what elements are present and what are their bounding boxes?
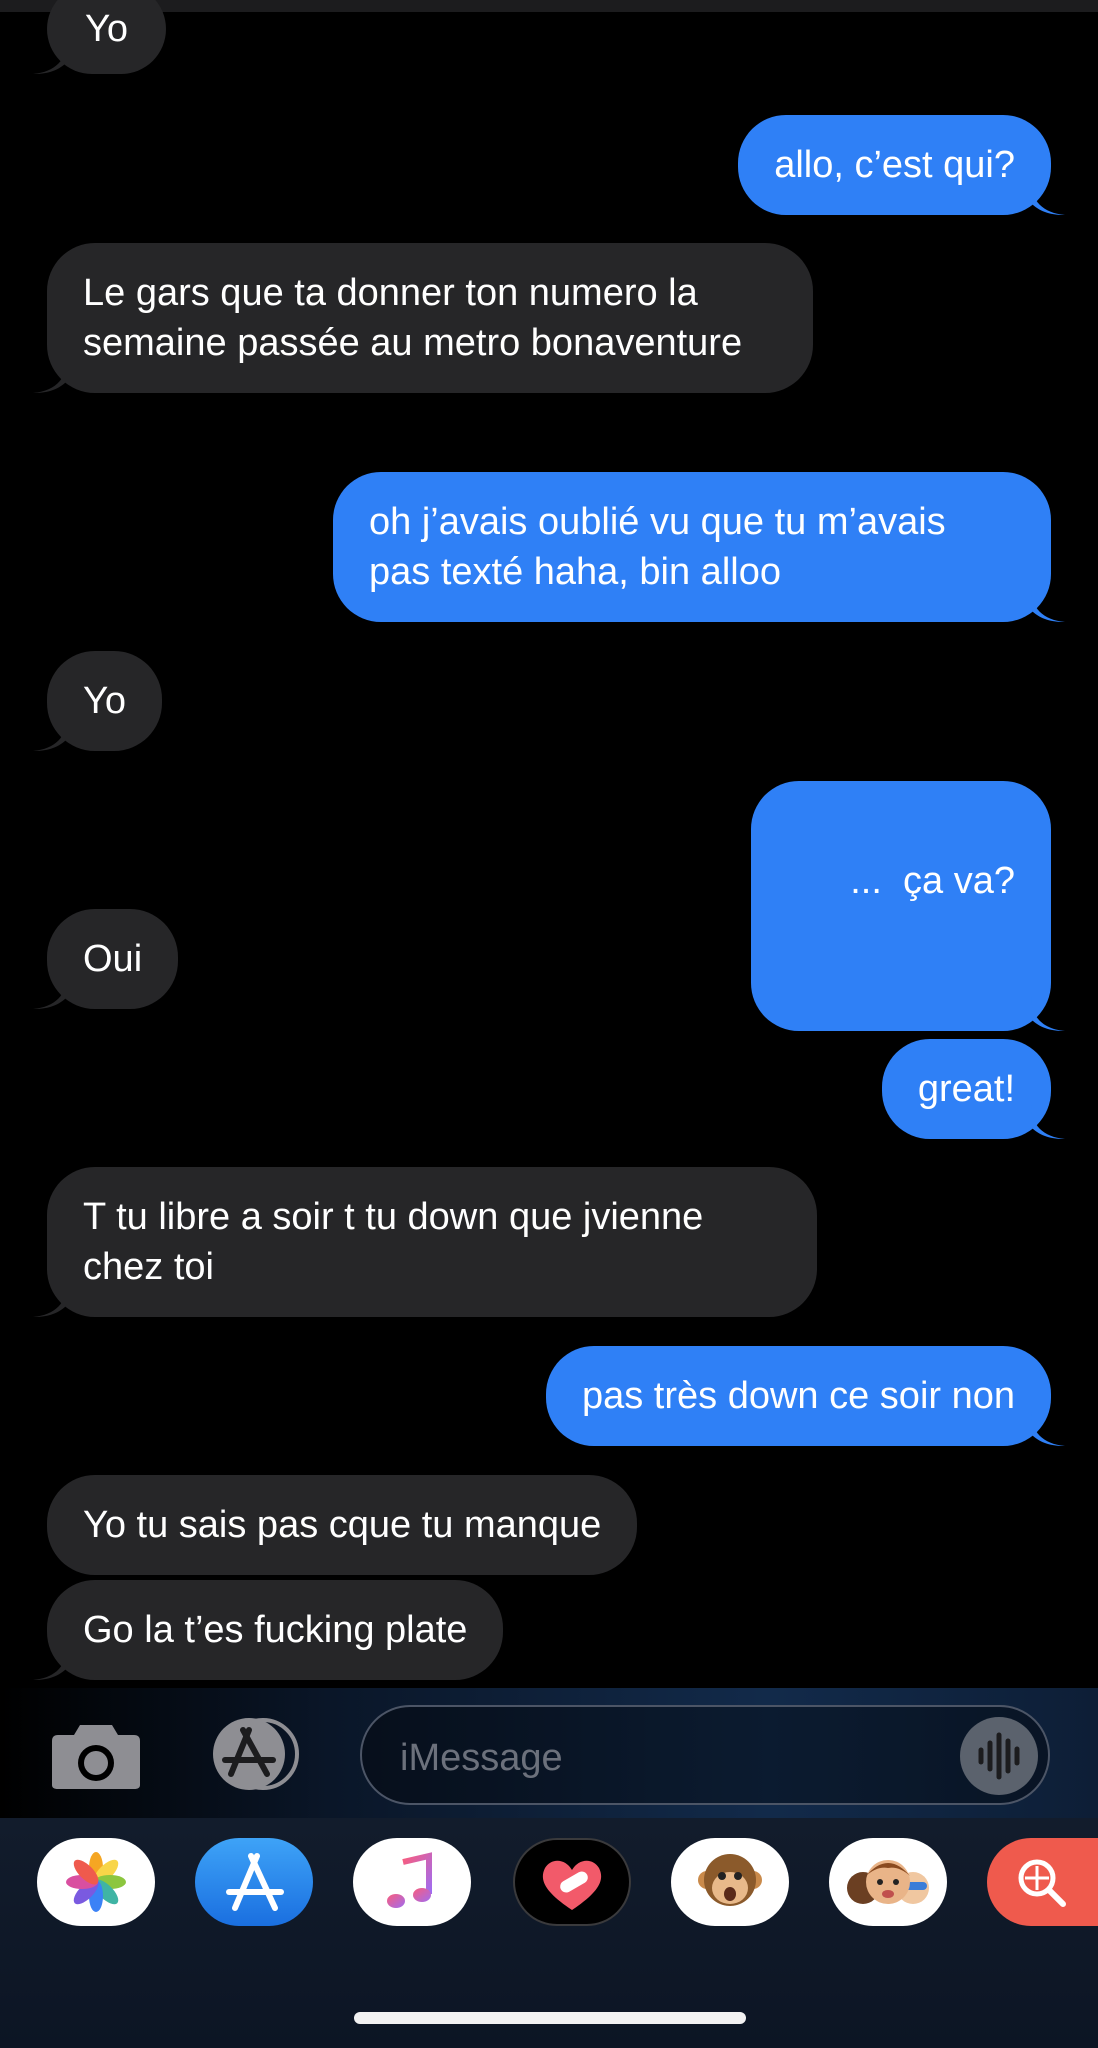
image-search-app-button[interactable] xyxy=(987,1838,1098,1926)
message-received[interactable]: T tu libre a soir t tu down que jvienne … xyxy=(33,1167,817,1317)
message-received[interactable]: Oui xyxy=(33,909,179,1009)
message-text: pas très down ce soir non xyxy=(581,1375,1015,1417)
digital-touch-app-button[interactable] xyxy=(513,1838,631,1926)
message-sent[interactable]: great! xyxy=(881,1039,1065,1139)
message-text: Yo tu sais pas cque tu manque xyxy=(83,1504,602,1546)
message-text: Yo xyxy=(85,8,128,50)
message-text: allo, c’est qui? xyxy=(774,144,1015,186)
apps-button[interactable] xyxy=(205,1716,305,1792)
audio-waveform-icon xyxy=(978,1732,1020,1780)
message-text: Oui xyxy=(83,938,143,980)
image-search-app-icon xyxy=(1018,1859,1066,1907)
memoji-app-button[interactable] xyxy=(829,1838,947,1926)
app-store-app-button[interactable] xyxy=(195,1838,313,1926)
animoji-app-button[interactable] xyxy=(671,1838,789,1926)
imessage-field[interactable] xyxy=(360,1705,1050,1805)
music-app-button[interactable] xyxy=(353,1838,471,1926)
camera-button[interactable] xyxy=(50,1721,142,1791)
message-sent[interactable]: allo, c’est qui? xyxy=(738,115,1065,215)
message-received[interactable]: Yo tu sais pas cque tu manque xyxy=(47,1475,638,1575)
message-sent[interactable]: ... ça va? xyxy=(750,781,1065,1031)
photos-app-icon xyxy=(66,1852,126,1912)
app-store-app-icon xyxy=(226,1853,284,1911)
camera-icon xyxy=(52,1725,140,1789)
memoji-app-icon xyxy=(847,1860,929,1904)
message-text: T tu libre a soir t tu down que jvienne … xyxy=(83,1196,704,1288)
music-app-icon xyxy=(387,1852,432,1908)
app-store-icon xyxy=(213,1718,299,1790)
message-text: Yo xyxy=(83,680,126,722)
message-received[interactable]: Yo xyxy=(33,651,162,751)
message-received[interactable]: Le gars que ta donner ton numero la sema… xyxy=(33,243,813,393)
message-text: great! xyxy=(917,1068,1015,1110)
message-sent[interactable]: pas très down ce soir non xyxy=(545,1346,1065,1446)
message-composer xyxy=(0,1688,1098,1818)
message-thread[interactable]: Yo allo, c’est qui? Le gars que ta donne… xyxy=(0,0,1098,1688)
message-text: Go la t’es fucking plate xyxy=(83,1609,468,1651)
home-indicator[interactable] xyxy=(354,2012,746,2024)
message-input[interactable] xyxy=(398,1729,942,1787)
message-text: ... ça va? xyxy=(850,860,1015,902)
audio-message-button[interactable] xyxy=(960,1717,1038,1795)
photos-app-button[interactable] xyxy=(37,1838,155,1926)
animoji-app-icon xyxy=(698,1854,762,1906)
message-received[interactable]: Yo xyxy=(33,0,166,74)
message-sent[interactable]: oh j’avais oublié vu que tu m’avais pas … xyxy=(333,472,1065,622)
digital-touch-app-icon xyxy=(542,1860,602,1910)
message-received[interactable]: Go la t’es fucking plate xyxy=(33,1580,504,1680)
message-text: Le gars que ta donner ton numero la sema… xyxy=(83,272,743,364)
message-text: oh j’avais oublié vu que tu m’avais pas … xyxy=(369,501,946,593)
